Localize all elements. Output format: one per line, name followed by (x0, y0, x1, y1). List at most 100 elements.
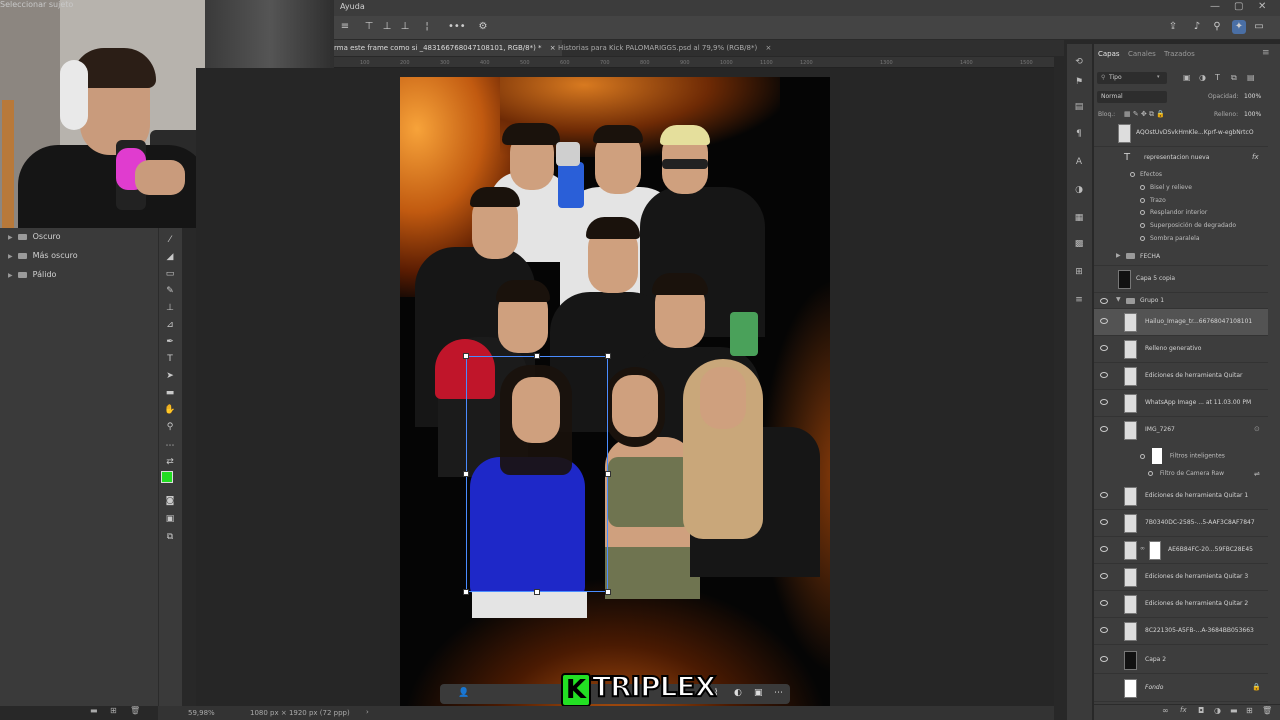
filter-options-icon[interactable]: ⇌ (1254, 470, 1260, 478)
layer-group-1[interactable]: ▼ Grupo 1 (1094, 293, 1268, 309)
eye-icon[interactable] (1140, 185, 1145, 190)
more-options-icon[interactable]: ••• (448, 20, 466, 34)
trash-icon[interactable]: 🗑 (1262, 706, 1272, 715)
preset-group-palido[interactable]: ▶ Pálido (0, 265, 158, 284)
search-icon[interactable]: ⚲ (1210, 20, 1224, 34)
link-layers-icon[interactable]: ∞ (1162, 706, 1169, 715)
more-icon[interactable]: ⋯ (774, 688, 783, 698)
bell-icon[interactable]: ♪ (1190, 20, 1204, 34)
mask-icon[interactable]: ▣ (754, 688, 763, 698)
new-layer-icon[interactable]: ⊞ (1246, 706, 1253, 715)
menu-help[interactable]: Ayuda (340, 2, 365, 11)
eraser-icon[interactable]: ◢ (163, 250, 177, 264)
rectangle-icon[interactable]: ▭ (163, 267, 177, 281)
blend-mode-select[interactable]: Normal (1097, 91, 1167, 103)
eye-icon[interactable] (1100, 399, 1108, 405)
channels-icon[interactable]: ▩ (1073, 238, 1085, 250)
eye-icon[interactable] (1100, 426, 1108, 432)
select-subject-button[interactable]: Seleccionar sujeto (0, 0, 73, 9)
document-canvas[interactable] (400, 77, 830, 708)
effects-header[interactable]: Efectos (1094, 171, 1268, 183)
tab-paths[interactable]: Trazados (1164, 50, 1195, 58)
panel-menu-icon[interactable]: ≡ (1262, 48, 1270, 58)
tab-close-icon[interactable]: × (765, 44, 771, 52)
transform-selection[interactable] (466, 356, 608, 592)
eye-icon[interactable] (1140, 236, 1145, 241)
type-icon[interactable]: T (163, 352, 177, 366)
transform-handle[interactable] (463, 353, 469, 359)
filter-adjust-icon[interactable]: ◑ (1199, 73, 1206, 82)
transform-handle[interactable] (605, 471, 611, 477)
eye-icon[interactable] (1140, 210, 1145, 215)
tab-layers[interactable]: Capas (1098, 50, 1120, 58)
add-mask-icon[interactable]: ◘ (1198, 706, 1204, 715)
swap-colors-icon[interactable]: ⇄ (163, 455, 177, 469)
libraries-icon[interactable]: ▤ (1073, 101, 1085, 113)
status-arrow-icon[interactable]: › (366, 708, 369, 716)
eye-icon[interactable] (1100, 573, 1108, 579)
tab-historias[interactable]: Historias para Kick PALOMARIGGS.psd al 7… (552, 40, 777, 56)
effect-row[interactable]: Superposición de degradado (1094, 222, 1268, 234)
magic-wand-icon[interactable]: ⁄ (163, 233, 177, 247)
eye-icon[interactable] (1100, 656, 1108, 662)
share-icon[interactable]: ⇪ (1166, 20, 1180, 34)
dropper-icon[interactable]: ⊿ (163, 318, 177, 332)
preset-group-mas-oscuro[interactable]: ▶ Más oscuro (0, 246, 158, 265)
eye-icon[interactable] (1100, 546, 1108, 552)
filter-image-icon[interactable]: ▣ (1183, 73, 1191, 82)
add-style-icon[interactable]: fx (1180, 706, 1187, 714)
eye-icon[interactable] (1100, 492, 1108, 498)
layer-row[interactable]: Ediciones de herramienta Quitar (1094, 363, 1268, 390)
layer-row-selected[interactable]: Hailuo_Image_tr...66768047108101 (1094, 309, 1268, 336)
eye-icon[interactable] (1148, 471, 1153, 476)
grid-icon[interactable]: ⊞ (1073, 266, 1085, 278)
layer-row[interactable]: Relleno generativo (1094, 336, 1268, 363)
minimize-button[interactable]: — (1210, 1, 1220, 12)
layer-row[interactable]: Capa 2 (1094, 647, 1268, 674)
fx-icon[interactable]: fx (1252, 153, 1259, 161)
layer-row-background[interactable]: Fondo 🔒 (1094, 675, 1268, 702)
layer-row[interactable]: Ediciones de herramienta Quitar 2 (1094, 591, 1268, 618)
adjustments-icon[interactable]: ◑ (1073, 184, 1085, 196)
transform-handle[interactable] (605, 353, 611, 359)
effect-row[interactable]: Sombra paralela (1094, 235, 1268, 247)
zoom-level[interactable]: 59,98% (188, 709, 215, 717)
properties-icon[interactable]: ⚑ (1073, 76, 1085, 88)
artboard-icon[interactable]: ⧉ (163, 530, 177, 544)
transform-handle[interactable] (534, 589, 540, 595)
new-preset-icon[interactable]: ⊞ (110, 706, 117, 715)
eye-icon[interactable] (1100, 345, 1108, 351)
eye-icon[interactable] (1100, 318, 1108, 324)
eye-icon[interactable] (1130, 172, 1135, 177)
layer-group-fecha[interactable]: ▶ FECHA (1094, 248, 1268, 266)
fill-input[interactable]: 100% (1244, 111, 1261, 118)
zoom-icon[interactable]: ⚲ (163, 420, 177, 434)
layer-row[interactable]: 7B0340DC-2585-...5-AAF3C8AF7847 (1094, 510, 1268, 537)
eye-icon[interactable] (1140, 453, 1145, 459)
align-bottom-icon[interactable]: ⊥ (398, 20, 412, 34)
align-middle-icon[interactable]: ⊥ (380, 20, 394, 34)
effect-row[interactable]: Trazo (1094, 197, 1268, 209)
lock-pixels-icon[interactable]: ▦ ✎ ✥ ⧉ 🔒 (1124, 110, 1165, 119)
pen-icon[interactable]: ✒ (163, 335, 177, 349)
tab-active-document[interactable]: rma este frame como si _4831667680471081… (328, 40, 562, 56)
layer-row[interactable]: Ediciones de herramienta Quitar 1 (1094, 483, 1268, 510)
layer-row[interactable]: T representacion nueva fx (1094, 147, 1268, 171)
smart-filters-row[interactable]: Filtros inteligentes (1094, 448, 1268, 468)
layer-row[interactable]: ∞ AE6B84FC-20...59FBC28E45 (1094, 537, 1268, 564)
filter-shape-icon[interactable]: ⧉ (1231, 73, 1237, 83)
shape-icon[interactable]: ▬ (163, 386, 177, 400)
close-button[interactable]: ✕ (1258, 1, 1266, 12)
paragraph-icon[interactable]: ¶ (1073, 128, 1085, 140)
layer-filter-select[interactable]: ⚲ Tipo ▾ (1097, 72, 1167, 84)
eye-icon[interactable] (1100, 298, 1108, 304)
brush-icon[interactable]: ✎ (163, 284, 177, 298)
workspace-icon[interactable]: ▭ (1252, 20, 1266, 34)
transform-handle[interactable] (463, 471, 469, 477)
align-top-icon[interactable]: ⊤ (362, 20, 376, 34)
filter-smart-icon[interactable]: ▤ (1247, 73, 1255, 82)
preset-group-oscuro[interactable]: ▶ Oscuro (0, 227, 158, 246)
layer-row[interactable]: 8C221305-A5FB-...A-3684BB053663 (1094, 618, 1268, 645)
smart-filter-row[interactable]: Filtro de Camera Raw ⇌ (1094, 470, 1268, 482)
adjustment-layer-icon[interactable]: ◑ (1214, 706, 1221, 715)
